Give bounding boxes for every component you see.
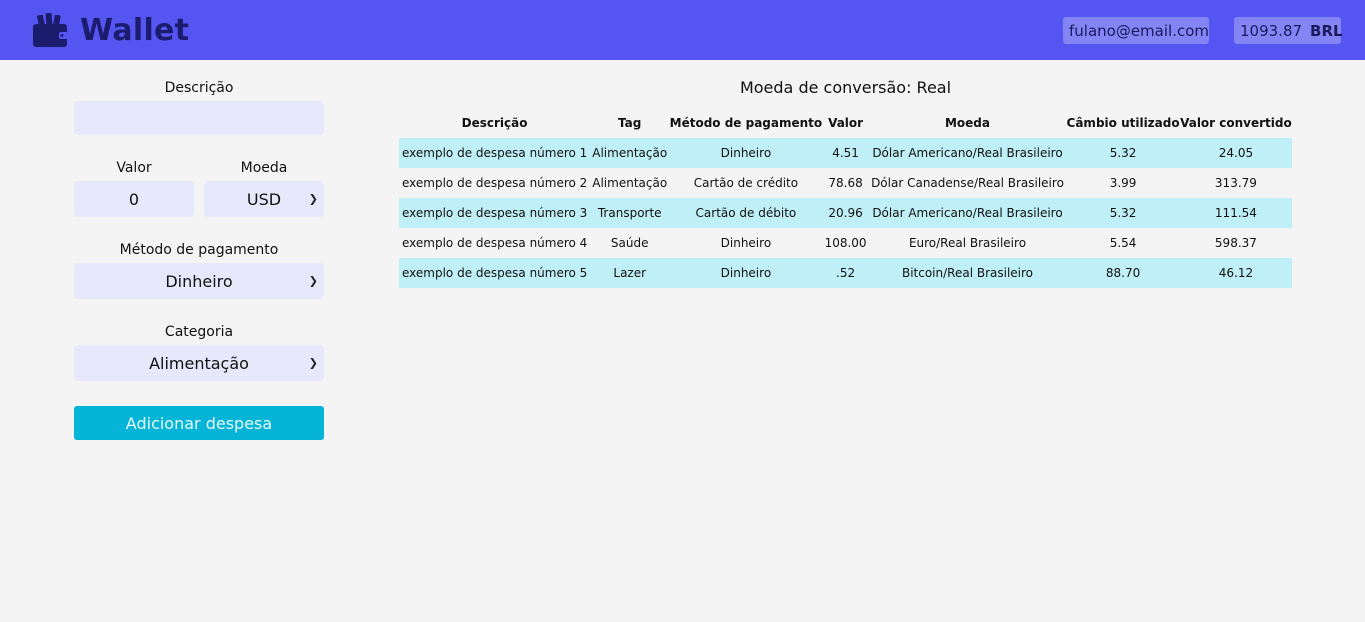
cell-currency: Bitcoin/Real Brasileiro bbox=[868, 258, 1067, 288]
cell-description: exemplo de despesa número 4 bbox=[402, 236, 588, 250]
column-header-description: Descrição bbox=[461, 116, 528, 130]
column-header-tag: Tag bbox=[618, 116, 642, 130]
column-header-value: Valor bbox=[828, 116, 864, 130]
table-row: exemplo de despesa número 3 Transporte C… bbox=[399, 198, 1292, 228]
table-row: exemplo de despesa número 1 Alimentação … bbox=[399, 138, 1292, 168]
payment-method-label: Método de pagamento bbox=[119, 242, 279, 258]
wallet-icon bbox=[32, 12, 70, 48]
chevron-down-icon: ❯ bbox=[308, 356, 318, 370]
cell-exchange-rate: 5.54 bbox=[1109, 236, 1137, 250]
column-header-currency: Moeda bbox=[944, 116, 990, 130]
cell-payment-method: Cartão de débito bbox=[669, 198, 823, 228]
cell-payment-method: Dinheiro bbox=[720, 236, 772, 250]
cell-exchange-rate: 5.32 bbox=[1066, 198, 1180, 228]
cell-value: .52 bbox=[822, 258, 869, 288]
cell-payment-method: Dinheiro bbox=[669, 138, 823, 168]
expenses-table: Descrição Tag Método de pagamento Valor … bbox=[399, 108, 1292, 288]
value-label: Valor bbox=[116, 160, 152, 176]
payment-method-selected: Dinheiro bbox=[165, 271, 233, 291]
currency-select[interactable]: USD ❯ bbox=[204, 181, 324, 217]
cell-value: 108.00 bbox=[824, 236, 867, 250]
value-input[interactable]: 0 bbox=[74, 181, 194, 217]
brand: Wallet bbox=[32, 11, 189, 49]
table-row: exemplo de despesa número 4 Saúde Dinhei… bbox=[399, 228, 1292, 258]
cell-currency: Dólar Americano/Real Brasileiro bbox=[868, 198, 1067, 228]
cell-exchange-rate: 5.32 bbox=[1066, 138, 1180, 168]
cell-tag: Saúde bbox=[610, 236, 649, 250]
cell-tag: Alimentação bbox=[590, 138, 670, 168]
conversion-currency-title: Moeda de conversão: Real bbox=[739, 78, 952, 97]
total-expenses: 1093.87 BRL bbox=[1234, 17, 1343, 44]
cell-converted-value: 24.05 bbox=[1179, 138, 1292, 168]
value-input-text: 0 bbox=[128, 189, 140, 209]
cell-converted-value: 313.79 bbox=[1214, 176, 1257, 190]
cell-value: 20.96 bbox=[822, 198, 869, 228]
cell-tag: Alimentação bbox=[592, 176, 668, 190]
cell-description: exemplo de despesa número 2 bbox=[402, 176, 588, 190]
cell-currency: Euro/Real Brasileiro bbox=[908, 236, 1027, 250]
cell-tag: Lazer bbox=[590, 258, 670, 288]
cell-exchange-rate: 3.99 bbox=[1109, 176, 1137, 190]
description-input[interactable] bbox=[74, 101, 324, 135]
cell-description: exemplo de despesa número 5 bbox=[399, 258, 591, 288]
currency-selected: USD bbox=[246, 189, 282, 209]
cell-converted-value: 46.12 bbox=[1179, 258, 1292, 288]
cell-converted-value: 598.37 bbox=[1214, 236, 1257, 250]
cell-converted-value: 111.54 bbox=[1179, 198, 1292, 228]
brand-name: Wallet bbox=[80, 12, 190, 48]
cell-payment-method: Dinheiro bbox=[669, 258, 823, 288]
cell-currency: Dólar Americano/Real Brasileiro bbox=[868, 138, 1067, 168]
user-email: fulano@email.com bbox=[1063, 17, 1209, 44]
chevron-down-icon: ❯ bbox=[308, 274, 318, 288]
table-row: exemplo de despesa número 5 Lazer Dinhei… bbox=[399, 258, 1292, 288]
total-currency: BRL bbox=[1310, 21, 1343, 40]
cell-exchange-rate: 88.70 bbox=[1066, 258, 1180, 288]
cell-value: 78.68 bbox=[828, 176, 863, 190]
cell-description: exemplo de despesa número 1 bbox=[399, 138, 591, 168]
category-label: Categoria bbox=[164, 324, 234, 340]
cell-payment-method: Cartão de crédito bbox=[693, 176, 799, 190]
description-label: Descrição bbox=[164, 80, 234, 96]
column-header-exchange-rate: Câmbio utilizado bbox=[1066, 116, 1180, 130]
chevron-down-icon: ❯ bbox=[308, 192, 318, 206]
payment-method-select[interactable]: Dinheiro ❯ bbox=[74, 263, 324, 299]
app-header: Wallet fulano@email.com 1093.87 BRL bbox=[0, 0, 1365, 60]
add-expense-button[interactable]: Adicionar despesa bbox=[74, 406, 324, 440]
cell-description: exemplo de despesa número 3 bbox=[399, 198, 591, 228]
category-selected: Alimentação bbox=[149, 353, 249, 373]
category-select[interactable]: Alimentação ❯ bbox=[74, 345, 324, 381]
currency-label: Moeda bbox=[240, 160, 288, 176]
column-header-payment-method: Método de pagamento bbox=[669, 116, 823, 130]
total-value: 1093.87 bbox=[1240, 21, 1303, 40]
cell-value: 4.51 bbox=[822, 138, 869, 168]
table-row: exemplo de despesa número 2 Alimentação … bbox=[399, 168, 1292, 198]
cell-currency: Dólar Canadense/Real Brasileiro bbox=[871, 176, 1064, 190]
column-header-converted-value: Valor convertido bbox=[1180, 116, 1292, 130]
cell-tag: Transporte bbox=[590, 198, 670, 228]
table-header-row: Descrição Tag Método de pagamento Valor … bbox=[399, 108, 1292, 138]
